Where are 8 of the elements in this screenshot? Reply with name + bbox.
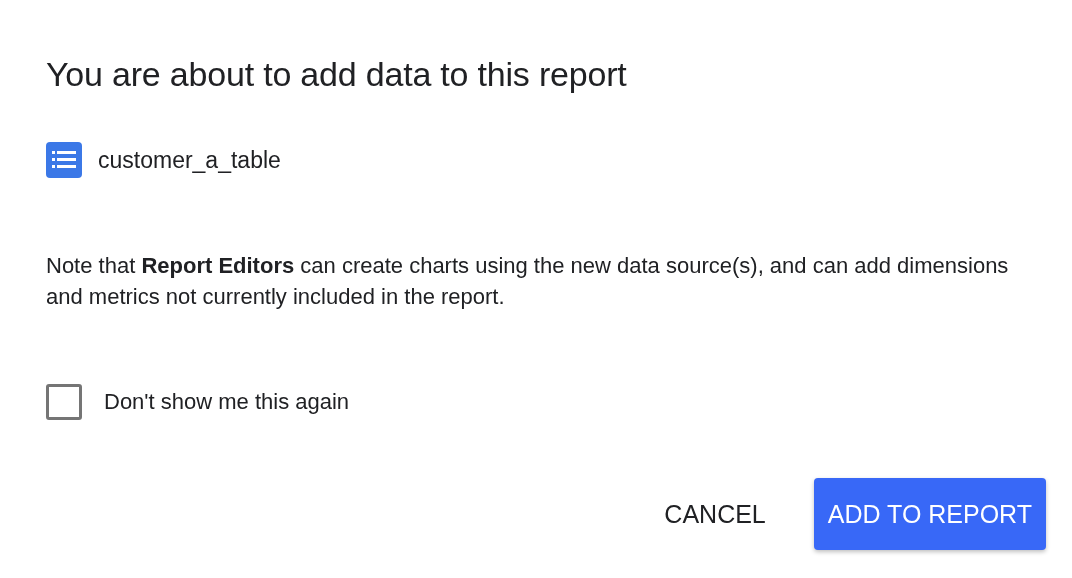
checkbox-label: Don't show me this again: [104, 389, 350, 415]
note-text: Note that Report Editors can create charts using the new data source(s), and can add dimensions and metrics not currently included in the report.: [46, 252, 1010, 311]
add-to-report-button[interactable]: ADD TO REPORT: [813, 478, 1046, 550]
cancel-button[interactable]: CANCEL: [650, 478, 780, 550]
dialog-title: You are about to add data to this report: [46, 54, 628, 95]
data-source-name: customer_a_table: [98, 146, 281, 174]
table-icon: [46, 142, 82, 178]
checkbox[interactable]: [46, 384, 82, 420]
